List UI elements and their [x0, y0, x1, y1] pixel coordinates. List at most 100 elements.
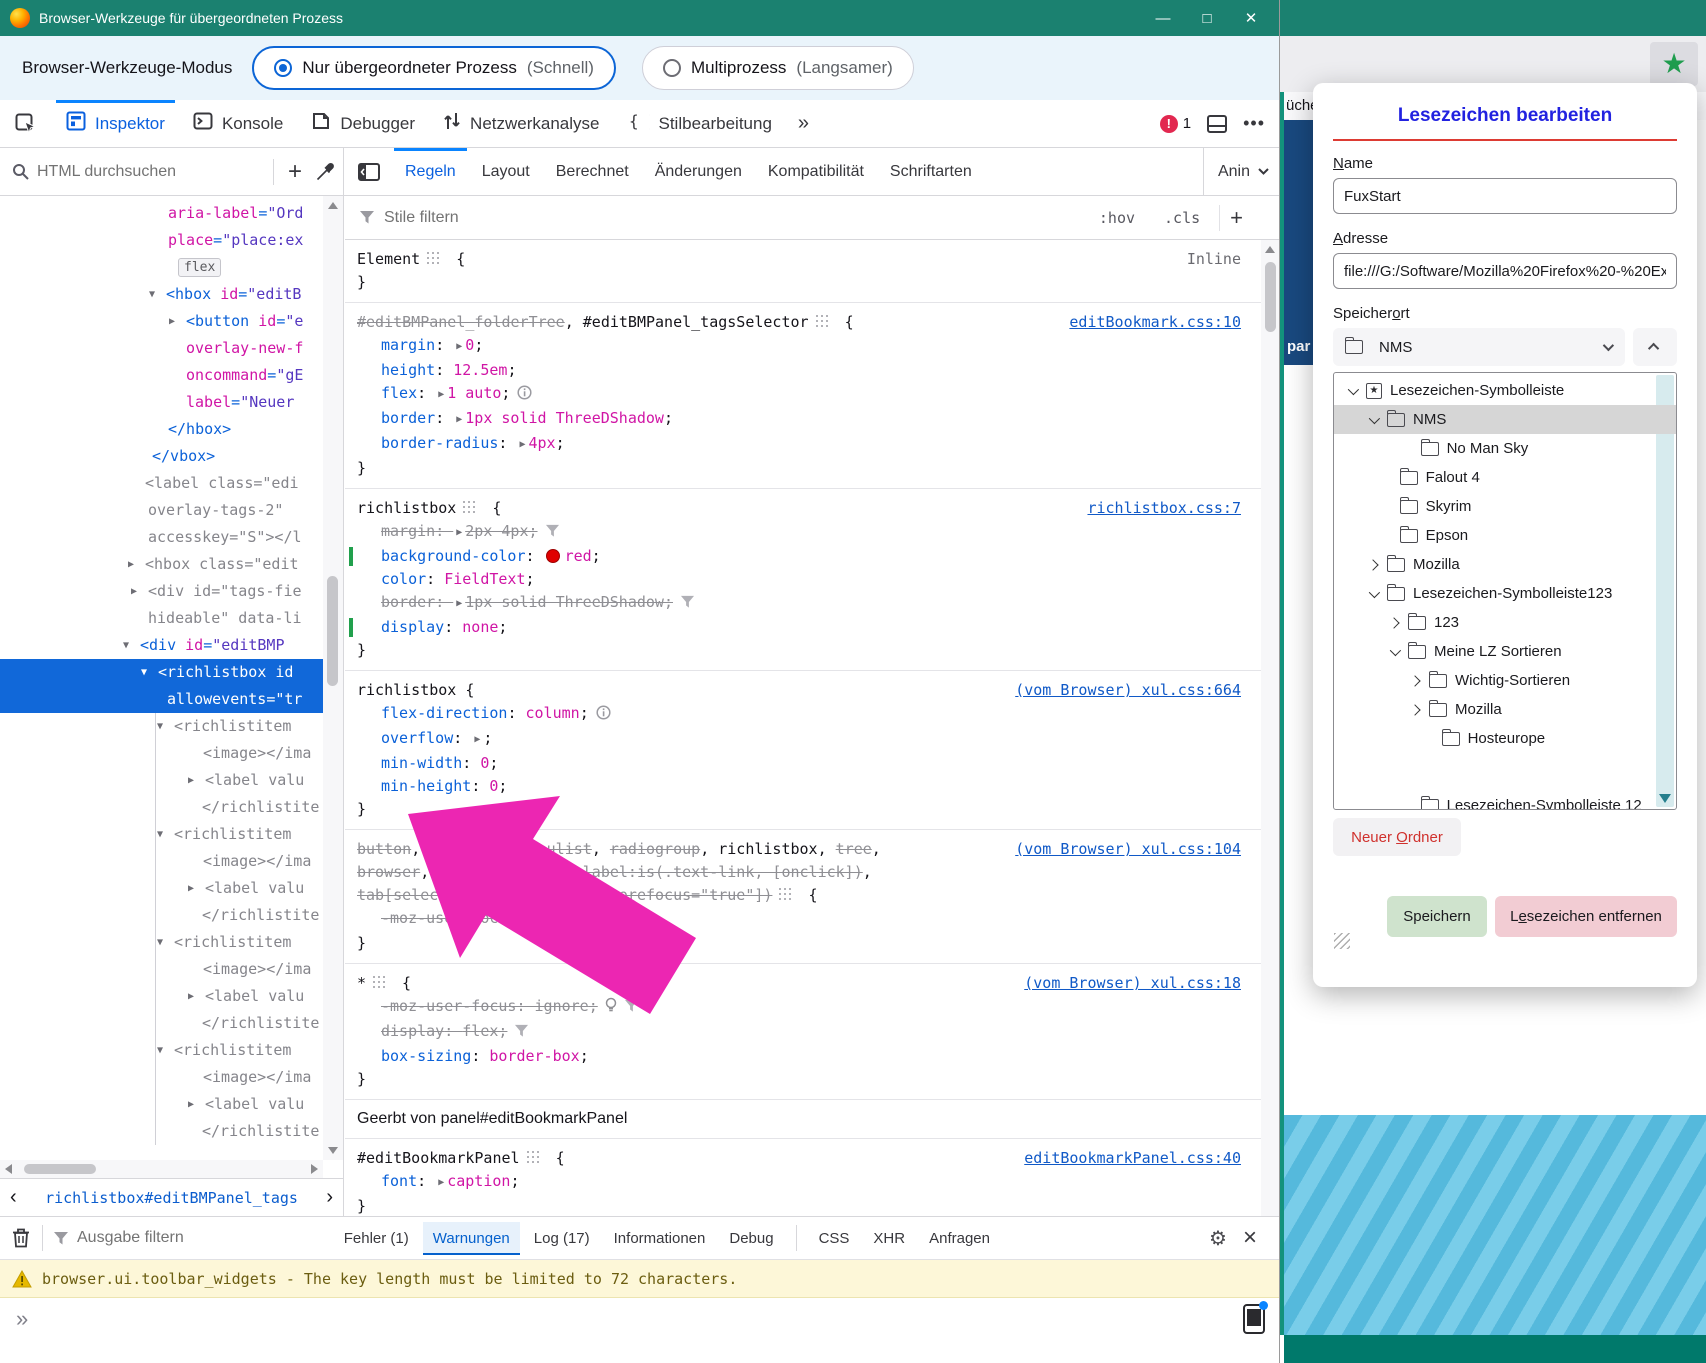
rule-property[interactable]: display: none; — [345, 616, 1261, 639]
flex-badge[interactable]: flex — [178, 258, 221, 277]
rule-selector-line[interactable]: Element { — [345, 248, 1261, 271]
rules-list[interactable]: Element {Inline}#editBMPanel_folderTree,… — [345, 240, 1261, 1216]
tree-node[interactable]: ▼<hbox id="editB — [0, 281, 323, 308]
twisty-collapsed-icon[interactable]: ▶ — [169, 308, 175, 335]
subtab-schriftarten[interactable]: Schriftarten — [877, 148, 985, 195]
style-filter-input[interactable]: Stile filtern — [384, 209, 1080, 227]
subtab-kompatibilität[interactable]: Kompatibilität — [755, 148, 877, 195]
overridden-filter-icon[interactable] — [545, 522, 560, 545]
tree-node[interactable]: </richlistite — [0, 902, 323, 929]
twisty-collapsed-icon[interactable]: ▶ — [131, 578, 137, 605]
rule-source-link[interactable]: editBookmark.css:10 — [1069, 311, 1241, 334]
twisty-collapsed-icon[interactable]: ▶ — [188, 767, 194, 794]
tree-item-nms[interactable]: NMS — [1334, 405, 1676, 434]
tree-item-mozilla[interactable]: Mozilla — [1334, 550, 1676, 579]
tree-node[interactable]: </richlistite — [0, 1118, 323, 1145]
rule-property[interactable]: height: 12.5em; — [345, 359, 1261, 382]
collapse-tree-button[interactable] — [1633, 328, 1677, 366]
expander-icon[interactable]: ▶ — [453, 592, 465, 615]
twisty-expanded-icon[interactable]: ▼ — [149, 281, 155, 308]
eyedropper-icon[interactable] — [316, 162, 335, 181]
tree-node[interactable]: ▶<div id="tags-fie — [0, 578, 323, 605]
sidebar-overflow-tab[interactable]: Anin — [1203, 148, 1279, 195]
tree-item-falout-4[interactable]: Falout 4 — [1334, 463, 1676, 492]
new-folder-button[interactable]: Neuer Ordner — [1333, 818, 1461, 856]
console-filter-css[interactable]: CSS — [809, 1222, 860, 1255]
overridden-filter-icon[interactable] — [624, 909, 639, 932]
expander-open-icon[interactable] — [1390, 648, 1400, 656]
tree-node[interactable]: <image></ima — [0, 848, 323, 875]
tree-node[interactable]: </richlistite — [0, 1010, 323, 1037]
console-filter-log-17-[interactable]: Log (17) — [524, 1222, 600, 1255]
class-toggle[interactable]: .cls — [1154, 209, 1210, 227]
expander-closed-icon[interactable] — [1369, 561, 1379, 569]
tree-item-epson[interactable]: Epson — [1334, 521, 1676, 550]
sidebar-toggle-icon[interactable] — [344, 148, 392, 195]
rule-handle-icon[interactable] — [463, 501, 476, 514]
tree-node[interactable]: ▼<richlistitem — [0, 713, 323, 740]
rule-handle-icon[interactable] — [373, 976, 386, 989]
console-filter-anfragen[interactable]: Anfragen — [919, 1222, 1000, 1255]
scroll-up-arrow[interactable] — [328, 202, 338, 209]
expander-icon[interactable]: ▶ — [435, 383, 447, 406]
info-icon[interactable] — [596, 704, 611, 727]
console-filter-warnungen[interactable]: Warnungen — [423, 1222, 520, 1255]
twisty-collapsed-icon[interactable]: ▶ — [128, 551, 134, 578]
info-icon[interactable] — [517, 384, 532, 407]
bookmark-star-button[interactable]: ★ — [1650, 42, 1698, 86]
tree-node[interactable]: <image></ima — [0, 740, 323, 767]
scroll-right-arrow[interactable] — [311, 1164, 318, 1174]
inactive-bulb-icon[interactable] — [605, 997, 617, 1020]
folder-tree[interactable]: ★Lesezeichen-SymbolleisteNMSNo Man SkyFa… — [1333, 372, 1677, 810]
tree-node[interactable]: <label class="edi — [0, 470, 323, 497]
tree-node[interactable]: aria-label="Ord — [0, 200, 323, 227]
rule-property[interactable]: font: ▶caption; — [345, 1170, 1261, 1195]
tree-node[interactable]: ▶<hbox class="edit — [0, 551, 323, 578]
tree-node[interactable]: ▼<richlistbox id — [0, 659, 323, 686]
trash-icon[interactable] — [12, 1228, 30, 1248]
tree-item-mozilla[interactable]: Mozilla — [1334, 695, 1676, 724]
stylesheet-link[interactable]: (vom Browser) xul.css:104 — [1015, 840, 1241, 858]
maximize-button[interactable]: □ — [1185, 0, 1229, 36]
twisty-collapsed-icon[interactable]: ▶ — [188, 983, 194, 1010]
tree-node[interactable]: oncommand="gE — [0, 362, 323, 389]
rules-vertical-scrollbar[interactable] — [1261, 240, 1279, 1216]
rule-selector-line[interactable]: tab[selected="true"]:not([ignorefocus="t… — [345, 884, 1261, 907]
tree-node[interactable]: ▼<richlistitem — [0, 821, 323, 848]
expander-icon[interactable]: ▶ — [453, 521, 465, 544]
close-console-icon[interactable]: × — [1243, 1224, 1257, 1252]
search-input[interactable]: HTML durchsuchen — [37, 163, 265, 181]
mode-option-2[interactable]: Multiprozess (Langsamer) — [642, 46, 914, 90]
breadcrumb-back-icon[interactable]: ‹ — [0, 1186, 27, 1209]
add-node-button[interactable]: + — [282, 158, 308, 186]
tree-node[interactable]: ▶<label valu — [0, 875, 323, 902]
console-filter-xhr[interactable]: XHR — [863, 1222, 915, 1255]
tree-item-lesezeichen-symbolleiste-12[interactable]: Lesezeichen-Symbolleiste 12 — [1334, 791, 1676, 810]
tab-netzwerkanalyse[interactable]: Netzwerkanalyse — [429, 100, 613, 147]
expander-open-icon[interactable] — [1369, 416, 1379, 424]
error-count-badge[interactable]: ! 1 — [1160, 115, 1191, 133]
scroll-down-arrow[interactable] — [328, 1147, 338, 1154]
console-filter-fehler-1-[interactable]: Fehler (1) — [334, 1222, 419, 1255]
rule-selector-line[interactable]: browser, editor, iframe, label:is(.text-… — [345, 861, 1261, 884]
rule-property[interactable]: min-height: 0; — [345, 775, 1261, 798]
rule-handle-icon[interactable] — [427, 252, 440, 265]
rule-source-link[interactable]: (vom Browser) xul.css:18 — [1024, 972, 1241, 995]
twisty-collapsed-icon[interactable]: ▶ — [188, 875, 194, 902]
rule-property[interactable]: background-color: red; — [345, 545, 1261, 568]
twisty-expanded-icon[interactable]: ▼ — [157, 713, 163, 740]
rule-handle-icon[interactable] — [816, 315, 829, 328]
subtab-regeln[interactable]: Regeln — [392, 148, 469, 195]
rule-source-link[interactable]: editBookmarkPanel.css:40 — [1024, 1147, 1241, 1170]
stylesheet-link[interactable]: editBookmark.css:10 — [1069, 313, 1241, 331]
tab-stilbearbeitung[interactable]: { }Stilbearbeitung — [614, 100, 786, 147]
tab-inspektor[interactable]: Inspektor — [52, 100, 179, 147]
tree-node[interactable]: ▶<label valu — [0, 983, 323, 1010]
rule-handle-icon[interactable] — [779, 888, 792, 901]
rule-property[interactable]: margin: ▶2px 4px; — [345, 520, 1261, 545]
twisty-expanded-icon[interactable]: ▼ — [157, 821, 163, 848]
stylesheet-link[interactable]: (vom Browser) xul.css:18 — [1024, 974, 1241, 992]
rule-source-link[interactable]: (vom Browser) xul.css:664 — [1015, 679, 1241, 702]
tree-node[interactable]: flex — [0, 254, 323, 281]
html-tree[interactable]: aria-label="Ordplace="place:exflex▼<hbox… — [0, 196, 323, 1160]
